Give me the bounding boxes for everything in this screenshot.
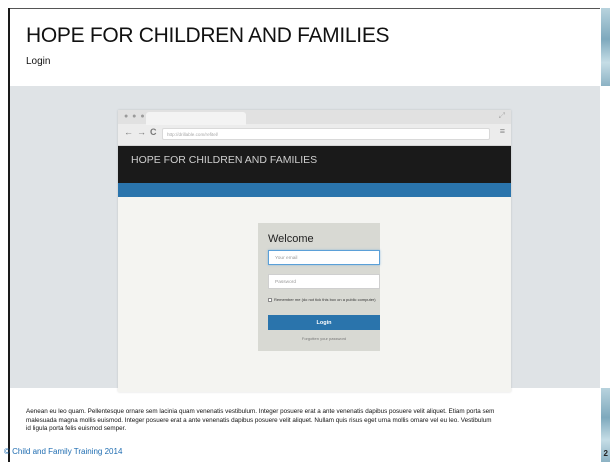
login-button[interactable]: Login: [268, 315, 380, 330]
password-field[interactable]: Password: [268, 274, 380, 289]
login-panel: Welcome Your email Password Remember me …: [258, 223, 380, 351]
slide-subtitle: Login: [26, 56, 51, 67]
screenshot-stage: ● ● ● ⤢ ← → C http://drillable.com/refit…: [10, 86, 600, 392]
browser-tab[interactable]: [146, 112, 246, 125]
site-title[interactable]: HOPE FOR CHILDREN AND FAMILIES: [131, 154, 317, 166]
slide-title: HOPE FOR CHILDREN AND FAMILIES: [26, 24, 390, 47]
menu-icon[interactable]: ≡: [500, 126, 505, 136]
remember-me-label: Remember me (do not tick this box on a p…: [274, 297, 376, 302]
slide-body-text: Aenean eu leo quam. Pellentesque ornare …: [26, 408, 495, 432]
decorative-edge-strip-top: [601, 8, 610, 86]
browser-window: ● ● ● ⤢ ← → C http://drillable.com/refit…: [118, 110, 511, 392]
forgot-password-link[interactable]: Forgotten your password: [268, 336, 380, 341]
address-bar[interactable]: http://drillable.com/refitel/: [162, 128, 490, 140]
login-heading: Welcome: [268, 233, 314, 245]
browser-tab-bar: ● ● ● ⤢: [118, 110, 511, 125]
site-header: HOPE FOR CHILDREN AND FAMILIES: [118, 146, 511, 183]
forward-icon[interactable]: →: [137, 127, 146, 137]
page-number: 2: [603, 449, 608, 458]
email-field[interactable]: Your email: [268, 250, 380, 265]
remember-me-checkbox[interactable]: [268, 298, 272, 302]
slide: HOPE FOR CHILDREN AND FAMILIES Login ● ●…: [0, 0, 610, 462]
slide-footer: © Child and Family Training 2014: [4, 447, 123, 456]
window-controls-icon[interactable]: ● ● ●: [124, 113, 146, 120]
back-icon[interactable]: ←: [124, 127, 133, 137]
browser-chrome: ● ● ● ⤢ ← → C http://drillable.com/refit…: [118, 110, 511, 146]
expand-icon[interactable]: ⤢: [499, 111, 505, 121]
reload-icon[interactable]: C: [150, 127, 157, 137]
site-nav-bar: [118, 183, 511, 197]
slide-top-rule: [8, 8, 600, 9]
